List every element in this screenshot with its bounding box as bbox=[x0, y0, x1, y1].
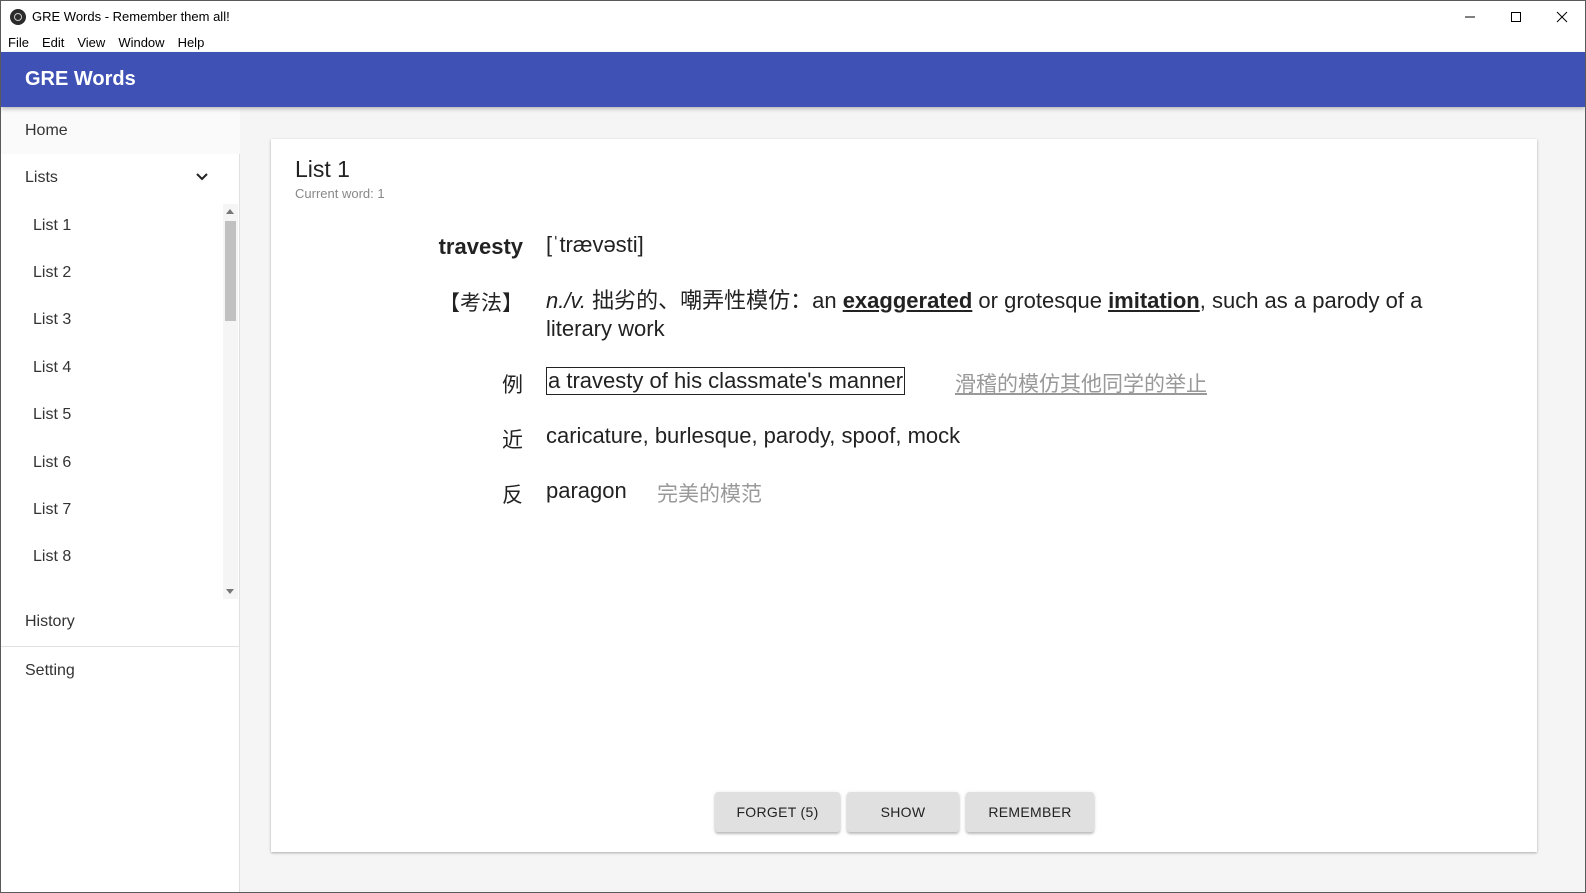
definition-label: 【考法】 bbox=[439, 291, 523, 315]
sidebar-item-list-6[interactable]: List 6 bbox=[1, 439, 240, 486]
scroll-thumb[interactable] bbox=[225, 221, 236, 321]
part-of-speech: n./v. bbox=[546, 288, 586, 313]
antonym-label: 反 bbox=[502, 483, 523, 507]
forget-button[interactable]: FORGET (5) bbox=[715, 792, 840, 832]
definition-text: or grotesque bbox=[972, 288, 1109, 313]
sidebar-item-list-4[interactable]: List 4 bbox=[1, 344, 240, 391]
sidebar-item-setting[interactable]: Setting bbox=[1, 647, 240, 694]
definition-text: an bbox=[812, 288, 843, 313]
definition-cn: 拙劣的、嘲弄性模仿： bbox=[592, 288, 813, 313]
synonym-label: 近 bbox=[502, 428, 523, 452]
sidebar-item-lists[interactable]: Lists bbox=[1, 154, 240, 201]
sidebar-item-list-5[interactable]: List 5 bbox=[1, 392, 240, 439]
sidebar: Home Lists List 1 List 2 List 3 List 4 L… bbox=[1, 107, 240, 892]
menu-window[interactable]: Window bbox=[118, 35, 164, 50]
current-word-counter: Current word: 1 bbox=[295, 186, 385, 201]
sidebar-item-home[interactable]: Home bbox=[1, 107, 240, 154]
sidebar-item-list-2[interactable]: List 2 bbox=[1, 249, 240, 296]
synonyms-text: caricature, burlesque, parody, spoof, mo… bbox=[546, 423, 961, 448]
definition-keyword: exaggerated bbox=[842, 288, 973, 313]
word-definition: n./v. 拙劣的、嘲弄性模仿：an exaggerated or grotes… bbox=[546, 287, 1466, 343]
sidebar-item-list-3[interactable]: List 3 bbox=[1, 297, 240, 344]
window-title: GRE Words - Remember them all! bbox=[32, 9, 230, 24]
example-translation[interactable]: 滑稽的模仿其他同学的举止 bbox=[955, 368, 1207, 398]
show-button[interactable]: SHOW bbox=[847, 792, 959, 832]
lists-submenu: List 1 List 2 List 3 List 4 List 5 List … bbox=[1, 202, 240, 597]
sidebar-item-list-1[interactable]: List 1 bbox=[1, 202, 240, 249]
word-phonetic: [ˈtrævəsti] bbox=[546, 232, 644, 257]
menu-edit[interactable]: Edit bbox=[42, 35, 64, 50]
title-bar: GRE Words - Remember them all! bbox=[1, 1, 1585, 32]
scroll-up-icon[interactable] bbox=[226, 209, 234, 214]
sidebar-item-list-8[interactable]: List 8 bbox=[1, 534, 240, 581]
app-bar: GRE Words bbox=[1, 52, 1585, 107]
lists-scrollbar[interactable] bbox=[223, 204, 238, 599]
sidebar-item-history[interactable]: History bbox=[1, 597, 240, 647]
menu-bar: File Edit View Window Help bbox=[1, 32, 1585, 52]
antonym-text: paragon bbox=[546, 478, 627, 503]
sidebar-item-list-7[interactable]: List 7 bbox=[1, 486, 240, 533]
menu-help[interactable]: Help bbox=[178, 35, 205, 50]
sidebar-item-label: Lists bbox=[25, 168, 58, 186]
definition-keyword: imitation bbox=[1108, 288, 1200, 313]
maximize-icon[interactable] bbox=[1493, 1, 1539, 32]
app-bar-title: GRE Words bbox=[25, 68, 136, 90]
example-label: 例 bbox=[502, 373, 523, 397]
menu-view[interactable]: View bbox=[77, 35, 105, 50]
antonym-translation: 完美的模范 bbox=[657, 483, 762, 506]
card-title: List 1 bbox=[295, 156, 350, 182]
minimize-icon[interactable] bbox=[1447, 1, 1493, 32]
app-window: GRE Words - Remember them all! File Edit… bbox=[0, 0, 1586, 893]
example-sentence[interactable]: a travesty of his classmate's manner bbox=[546, 367, 906, 395]
main-content: List 1 Current word: 1 travesty [ˈtrævəs… bbox=[240, 107, 1585, 892]
word-card: List 1 Current word: 1 travesty [ˈtrævəs… bbox=[271, 139, 1537, 852]
scroll-down-icon[interactable] bbox=[226, 589, 234, 594]
close-icon[interactable] bbox=[1539, 1, 1585, 32]
app-logo-icon bbox=[10, 8, 26, 25]
menu-file[interactable]: File bbox=[8, 35, 29, 50]
word-headword: travesty bbox=[438, 234, 523, 259]
remember-button[interactable]: REMEMBER bbox=[966, 792, 1094, 832]
chevron-down-icon[interactable] bbox=[195, 170, 209, 184]
